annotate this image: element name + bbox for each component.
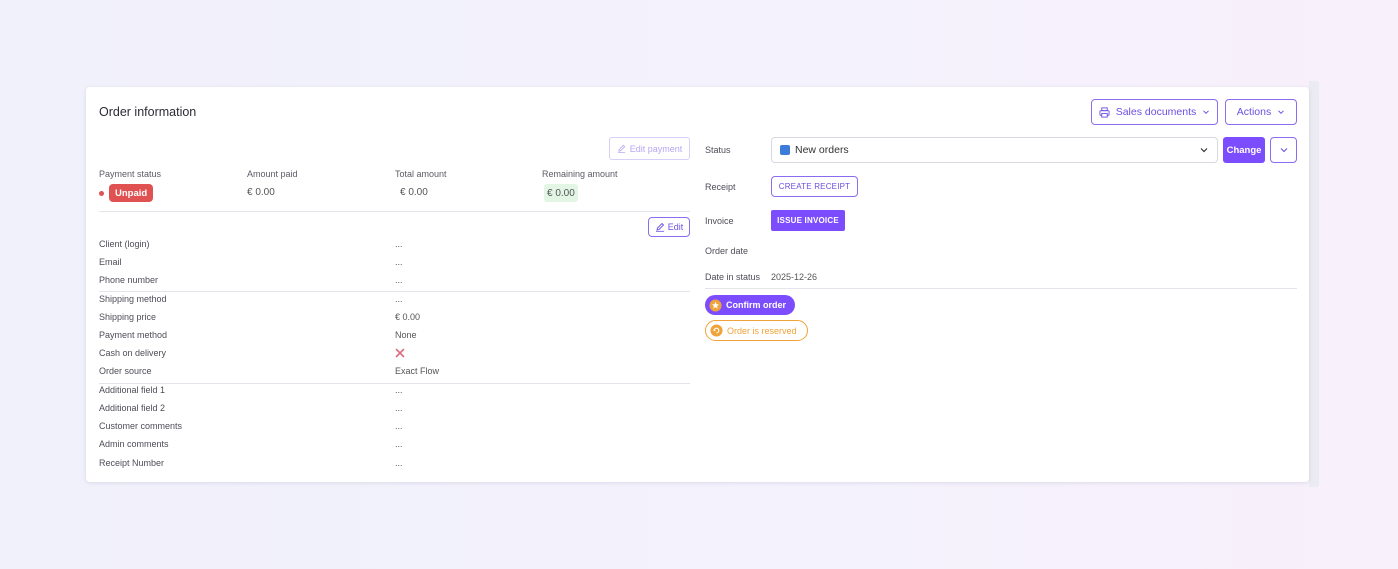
edit-label: Edit (667, 222, 684, 232)
chevron-down-icon (1277, 108, 1285, 116)
field-label-admin-comments: Admin comments (99, 439, 169, 449)
edit-payment-label: Edit payment (629, 143, 683, 154)
remaining-amount-header: Remaining amount (542, 169, 618, 179)
order-date-label: Order date (705, 246, 749, 256)
divider (99, 291, 690, 292)
status-options-button[interactable] (1270, 137, 1297, 163)
chevron-down-icon (1202, 108, 1210, 116)
status-dot (99, 191, 104, 196)
divider (99, 211, 690, 212)
field-label-receipt-number: Receipt Number (99, 458, 165, 468)
status-color-swatch (780, 145, 790, 155)
chevron-down-icon (1279, 145, 1289, 155)
edit-payment-button[interactable]: Edit payment (609, 137, 690, 160)
edit-details-button[interactable]: Edit (648, 217, 690, 237)
change-status-button[interactable]: Change (1223, 137, 1265, 163)
receipt-label: Receipt (705, 182, 736, 192)
confirm-order-label: Confirm order (726, 300, 787, 310)
amount-paid-header: Amount paid (247, 169, 298, 179)
chevron-down-icon (1199, 145, 1209, 155)
status-select[interactable]: New orders (771, 137, 1218, 163)
field-label-payment-method: Payment method (99, 330, 168, 340)
order-reserved-badge[interactable]: Order is reserved (705, 320, 808, 341)
field-value-receipt-number: ... (395, 458, 403, 468)
field-label-order-source: Order source (99, 366, 152, 376)
total-amount-value: € 0.00 (400, 187, 428, 198)
divider (99, 383, 690, 384)
date-in-status-label: Date in status (705, 272, 761, 282)
star-icon (709, 298, 722, 312)
confirm-order-button[interactable]: Confirm order (705, 295, 796, 315)
field-label-customer-comments: Customer comments (99, 421, 183, 431)
field-value-shipping-method: ... (395, 294, 403, 304)
actions-button[interactable]: Actions (1225, 99, 1297, 125)
pencil-icon (655, 222, 665, 232)
field-label-additional-1: Additional field 1 (99, 385, 166, 395)
field-value-shipping-price: € 0.00 (395, 312, 421, 322)
field-label-phone: Phone number (99, 275, 159, 285)
divider (705, 288, 1297, 289)
pencil-icon (617, 144, 626, 153)
reserved-icon (710, 324, 723, 337)
sales-documents-button[interactable]: Sales documents (1091, 99, 1218, 125)
field-value-email: ... (395, 257, 403, 267)
amount-paid-value: € 0.00 (247, 187, 275, 198)
field-value-phone: ... (395, 275, 403, 285)
field-label-cash-on-delivery: Cash on delivery (99, 348, 167, 358)
issue-invoice-button[interactable]: ISSUE INVOICE (771, 210, 845, 231)
date-in-status-value: 2025-12-26 (771, 272, 818, 282)
create-receipt-button[interactable]: CREATE RECEIPT (771, 176, 858, 197)
order-information-panel: Order information Sales documents Action… (86, 87, 1309, 482)
field-label-additional-2: Additional field 2 (99, 403, 166, 413)
payment-status-badge: Unpaid (109, 184, 154, 202)
panel-title: Order information (99, 105, 197, 119)
total-amount-header: Total amount (395, 169, 447, 179)
field-label-client: Client (login) (99, 239, 150, 249)
field-value-admin-comments: ... (395, 439, 403, 449)
field-value-customer-comments: ... (395, 421, 403, 431)
order-reserved-label: Order is reserved (727, 325, 797, 336)
printer-icon (1099, 106, 1110, 118)
remaining-amount-value: € 0.00 (544, 184, 578, 202)
sales-documents-label: Sales documents (1115, 106, 1197, 118)
invoice-label: Invoice (705, 216, 734, 226)
field-value-additional-1: ... (395, 385, 403, 395)
payment-status-header: Payment status (99, 169, 162, 179)
field-value-client: ... (395, 239, 403, 249)
panel-shadow-edge (1309, 81, 1319, 487)
field-value-order-source: Exact Flow (395, 366, 440, 376)
cross-icon (395, 348, 405, 358)
actions-label: Actions (1236, 106, 1272, 118)
field-label-shipping-method: Shipping method (99, 294, 167, 304)
status-label: Status (705, 145, 731, 155)
field-label-shipping-price: Shipping price (99, 312, 157, 322)
status-select-value: New orders (795, 144, 849, 156)
field-value-payment-method: None (395, 330, 417, 340)
field-value-additional-2: ... (395, 403, 403, 413)
field-label-email: Email (99, 257, 122, 267)
